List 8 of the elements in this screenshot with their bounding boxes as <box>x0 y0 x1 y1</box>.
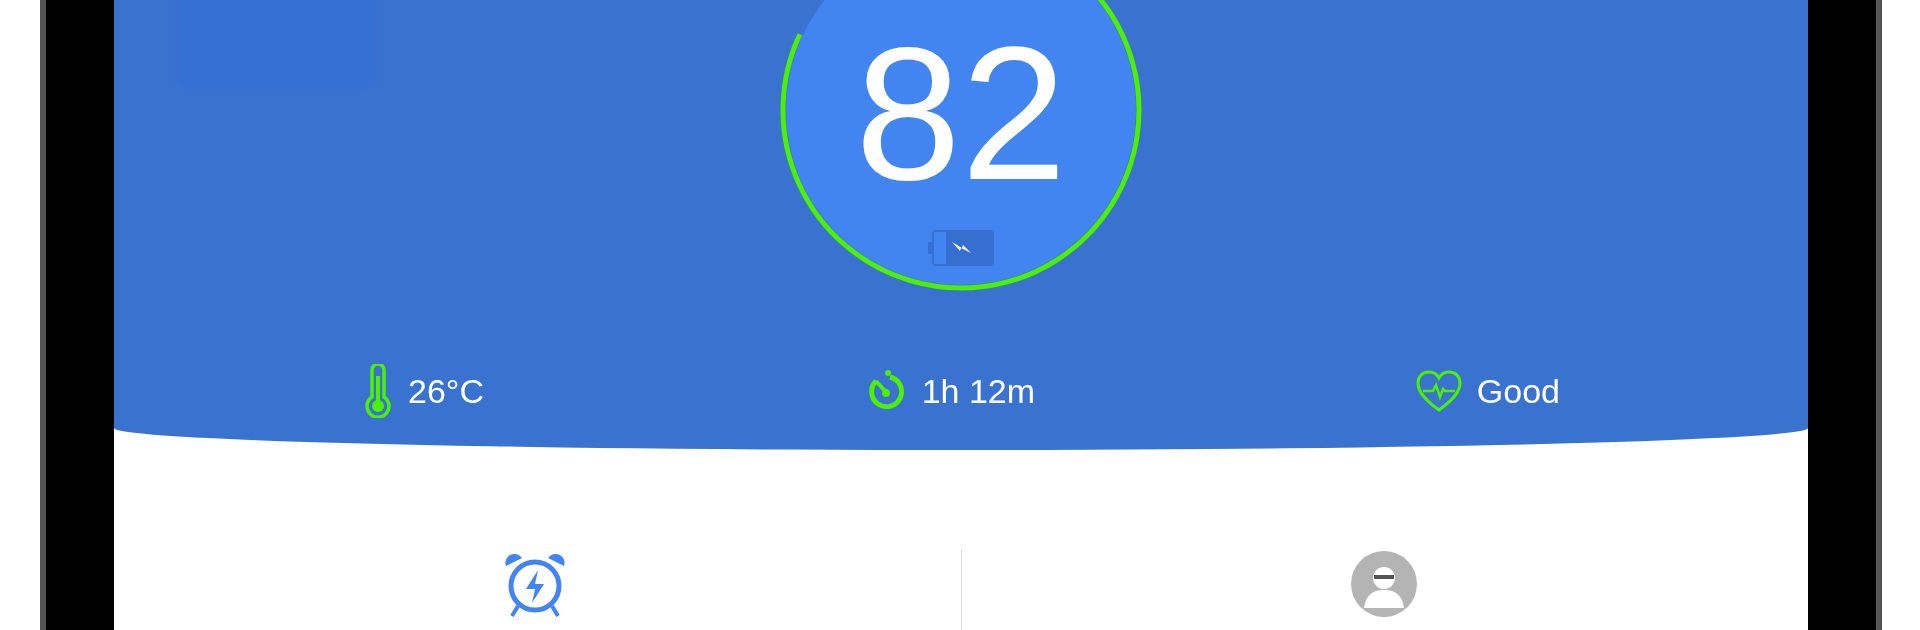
stat-value: 26°C <box>408 371 484 411</box>
battery-charging-icon <box>928 230 994 266</box>
battery-percentage: 82 <box>855 18 1067 208</box>
thermometer-icon <box>362 364 394 418</box>
stat-value: 1h 12m <box>921 371 1036 411</box>
heart-pulse-icon <box>1414 369 1463 413</box>
avatar-icon[interactable] <box>1350 550 1418 618</box>
stat-value: Good <box>1476 371 1560 411</box>
